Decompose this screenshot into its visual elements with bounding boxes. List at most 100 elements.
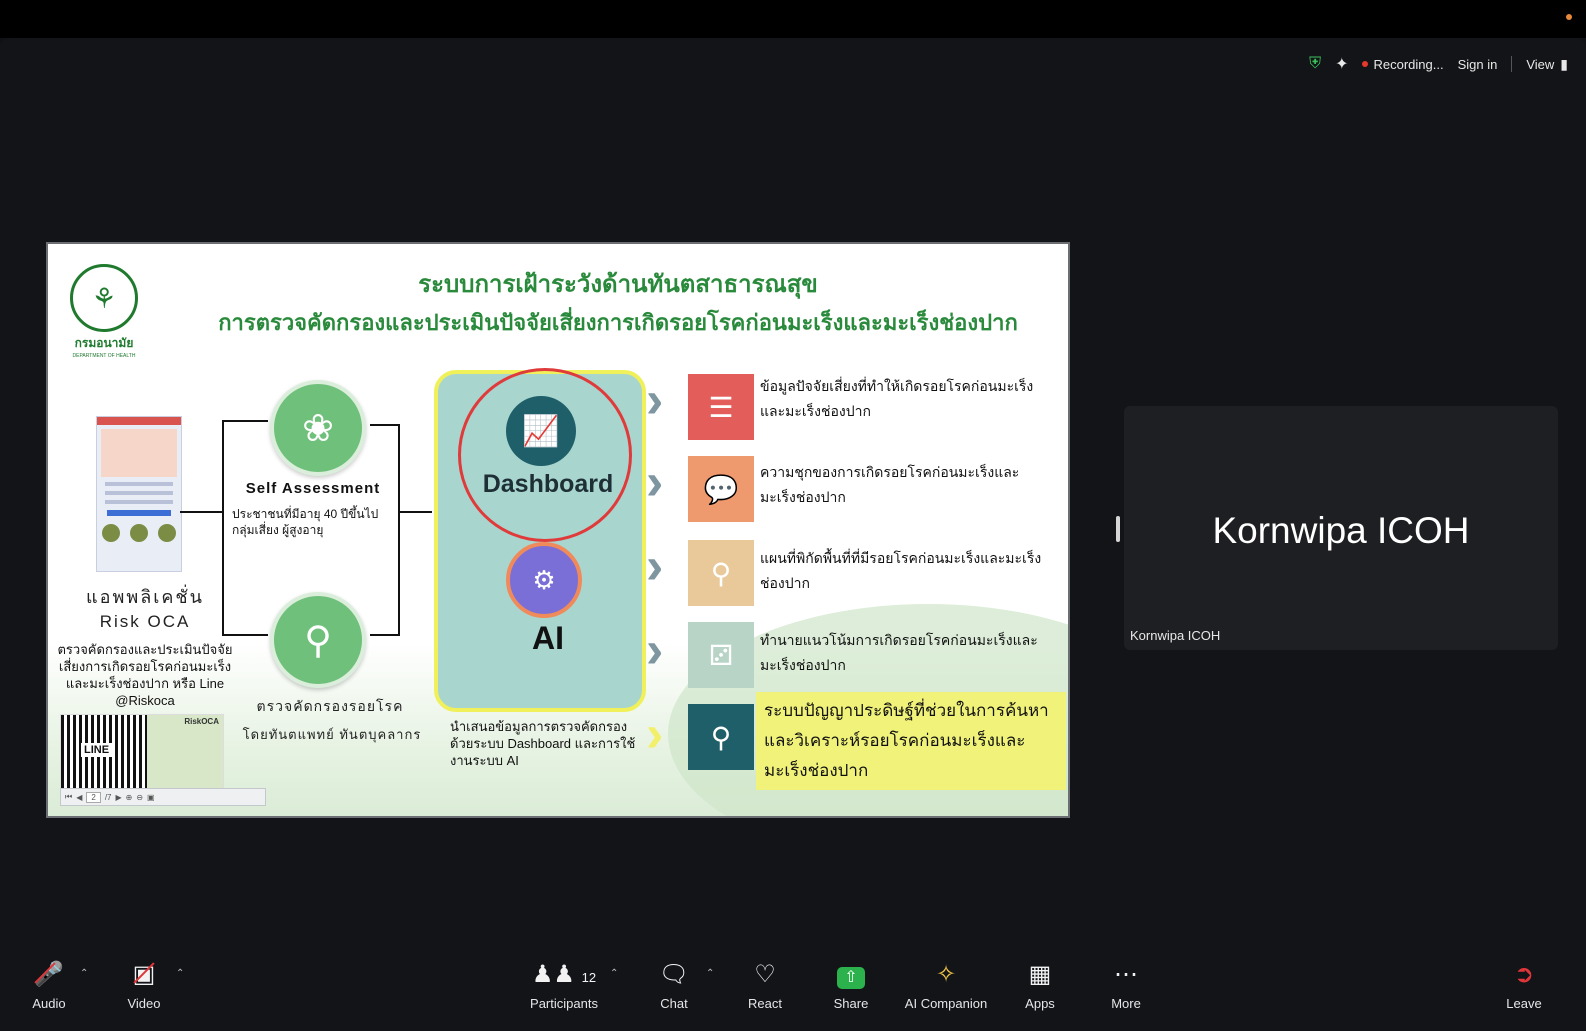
chat-button[interactable]: 🗨 Chat: [652, 960, 696, 1011]
qr-code-icon: LINE: [61, 715, 147, 789]
zoom-in-icon[interactable]: ⊕: [126, 793, 133, 802]
status-bar: ⛨ ✦ Recording... Sign in View ▮: [1309, 54, 1568, 74]
system-top-bar: [0, 0, 1586, 38]
self-assessment-leaf-icon: ❀: [270, 380, 366, 476]
microphone-muted-icon: 🎤: [34, 961, 64, 988]
apps-button[interactable]: ▦ Apps: [1020, 960, 1060, 1011]
share-screen-icon: ⇧: [837, 967, 865, 989]
tooth-magnifier-icon: ⚲: [270, 592, 366, 688]
share-button[interactable]: ⇧ Share: [830, 960, 872, 1011]
qr-illustration: RiskOCA: [147, 715, 223, 789]
app-name: Risk OCA: [99, 612, 191, 631]
more-ellipsis-icon: ⋯: [1114, 961, 1138, 988]
prev-page-icon[interactable]: ◀: [76, 793, 82, 802]
notepad-icon: ☰: [688, 374, 754, 440]
highlight-text: ระบบปัญญาประดิษฐ์ที่ช่วยในการค้นหาและวิเ…: [764, 701, 1049, 780]
connector-line: [370, 424, 400, 426]
leave-button[interactable]: ➲ Leave: [1502, 960, 1546, 1011]
participants-button[interactable]: ♟♟ 12 Participants: [528, 960, 600, 1011]
participant-video-tile[interactable]: Kornwipa ICOH Kornwipa ICOH: [1124, 406, 1558, 650]
chevron-right-icon: ›: [646, 371, 664, 429]
ai-brain-icon: ⚙: [506, 542, 582, 618]
screening-title: ตรวจคัดกรองรอยโรค: [256, 698, 404, 714]
fit-page-icon[interactable]: ▣: [147, 793, 155, 802]
view-label: View: [1526, 56, 1555, 72]
ai-sparkle-icon: ✧: [935, 961, 957, 988]
view-layout-icon: ▮: [1560, 55, 1568, 72]
react-button[interactable]: ♡ React: [744, 960, 786, 1011]
first-page-icon[interactable]: ⏮: [65, 792, 72, 802]
chevron-right-icon: ›: [646, 537, 664, 595]
chevron-right-icon: ›: [646, 705, 664, 763]
app-phone-mockup: [96, 416, 182, 572]
item-prevalence: ความชุกของการเกิดรอยโรคก่อนมะเร็งและมะเร…: [760, 464, 1020, 505]
ai-companion-button[interactable]: ✧ AI Companion: [902, 960, 990, 1011]
chat-bubble-icon: 💬: [688, 456, 754, 522]
slide-title-line2: การตรวจคัดกรองและประเมินปัจจัยเสี่ยงการเ…: [218, 310, 1018, 335]
chat-options-caret-icon[interactable]: ⌃: [706, 968, 714, 979]
ministry-seal-icon: ⚘: [70, 264, 138, 332]
pdf-viewer-controls[interactable]: ⏮ ◀ 2 /7 ▶ ⊕ ⊖ ▣: [60, 788, 266, 806]
participants-icon: ♟♟: [531, 961, 575, 988]
divider: [1511, 56, 1513, 72]
item-trend: ทำนายแนวโน้มการเกิดรอยโรคก่อนมะเร็งและมะ…: [760, 632, 1038, 673]
leave-door-icon: ➲: [1513, 961, 1535, 988]
participants-count: 12: [581, 970, 597, 985]
magnifier-icon: ⚲: [688, 704, 754, 770]
shared-slide: ⚘ กรมอนามัย DEPARTMENT OF HEALTH ระบบการ…: [46, 242, 1070, 818]
recording-dot-icon: [1362, 61, 1369, 67]
map-pin-icon: ⚲: [688, 540, 754, 606]
video-options-caret-icon[interactable]: ⌃: [176, 968, 184, 979]
chevron-right-icon: ›: [646, 453, 664, 511]
chat-icon: 🗨: [658, 961, 690, 988]
item-risk-factors: ข้อมูลปัจจัยเสี่ยงที่ทำให้เกิดรอยโรคก่อน…: [760, 378, 1034, 419]
slide-title: ระบบการเฝ้าระวังด้านทันตสาธารณสุข การตรว…: [198, 266, 1038, 342]
connector-line: [222, 420, 224, 636]
orange-indicator-dot: [1566, 14, 1572, 20]
recording-indicator[interactable]: Recording...: [1362, 56, 1444, 72]
dashboard-label: Dashboard: [482, 470, 614, 498]
sign-in-button[interactable]: Sign in: [1458, 57, 1498, 72]
ministry-logo: ⚘ กรมอนามัย DEPARTMENT OF HEALTH: [68, 264, 140, 359]
app-description: ตรวจคัดกรองและประเมินปัจจัยเสี่ยงการเกิด…: [57, 642, 233, 708]
next-page-icon[interactable]: ▶: [115, 793, 121, 802]
video-button[interactable]: ▣ Video: [120, 960, 168, 1011]
clipboard-chart-icon: ⚂: [688, 622, 754, 688]
line-qr-code: LINE RiskOCA: [60, 714, 224, 790]
self-assessment-title: Self Assessment: [245, 480, 381, 497]
view-button[interactable]: View ▮: [1526, 56, 1568, 73]
audio-button[interactable]: 🎤 Audio: [26, 960, 72, 1011]
panel-resize-handle[interactable]: [1116, 516, 1120, 542]
page-number-input[interactable]: 2: [86, 791, 101, 803]
connector-line: [180, 511, 224, 513]
connector-line: [222, 420, 268, 422]
logo-subtitle: DEPARTMENT OF HEALTH: [72, 353, 136, 359]
self-assessment-desc: ประชาชนที่มีอายุ 40 ปีขึ้นไป กลุ่มเสี่ยง…: [232, 507, 379, 537]
more-button[interactable]: ⋯ More: [1106, 960, 1146, 1011]
recording-label: Recording...: [1373, 56, 1444, 72]
logo-name: กรมอนามัย: [74, 336, 134, 350]
camera-off-icon: ▣: [132, 961, 156, 988]
connector-line: [398, 511, 432, 513]
ai-label: AI: [532, 620, 564, 656]
dashboard-presentation-icon: 📈: [506, 396, 576, 466]
participant-name-label: Kornwipa ICOH: [1130, 628, 1221, 643]
connector-line: [222, 634, 268, 636]
presentation-desc: นำเสนอข้อมูลการตรวจคัดกรองด้วยระบบ Dashb…: [450, 719, 636, 768]
participants-options-caret-icon[interactable]: ⌃: [610, 968, 618, 979]
meeting-toolbar: 🎤 Audio ⌃ ▣ Video ⌃ ♟♟ 12 Participants ⌃…: [0, 940, 1586, 1031]
apps-grid-icon: ▦: [1028, 961, 1052, 988]
encryption-shield-icon[interactable]: ⛨: [1309, 55, 1321, 73]
audio-options-caret-icon[interactable]: ⌃: [80, 968, 88, 979]
ai-sparkle-icon[interactable]: ✦: [1335, 54, 1348, 74]
chevron-right-icon: ›: [646, 621, 664, 679]
item-map: แผนที่พิกัดพื้นที่ที่มีรอยโรคก่อนมะเร็งแ…: [760, 550, 1042, 591]
screening-desc: โดยทันตแพทย์ ทันตบุคลากร: [242, 727, 422, 742]
heart-icon: ♡: [754, 961, 776, 988]
connector-line: [370, 634, 400, 636]
participant-display-name: Kornwipa ICOH: [1212, 510, 1470, 551]
slide-title-line1: ระบบการเฝ้าระวังด้านทันตสาธารณสุข: [418, 271, 818, 298]
zoom-out-icon[interactable]: ⊖: [136, 793, 143, 802]
app-title: แอพพลิเคชั่น: [86, 587, 204, 607]
page-total: /7: [104, 792, 112, 802]
